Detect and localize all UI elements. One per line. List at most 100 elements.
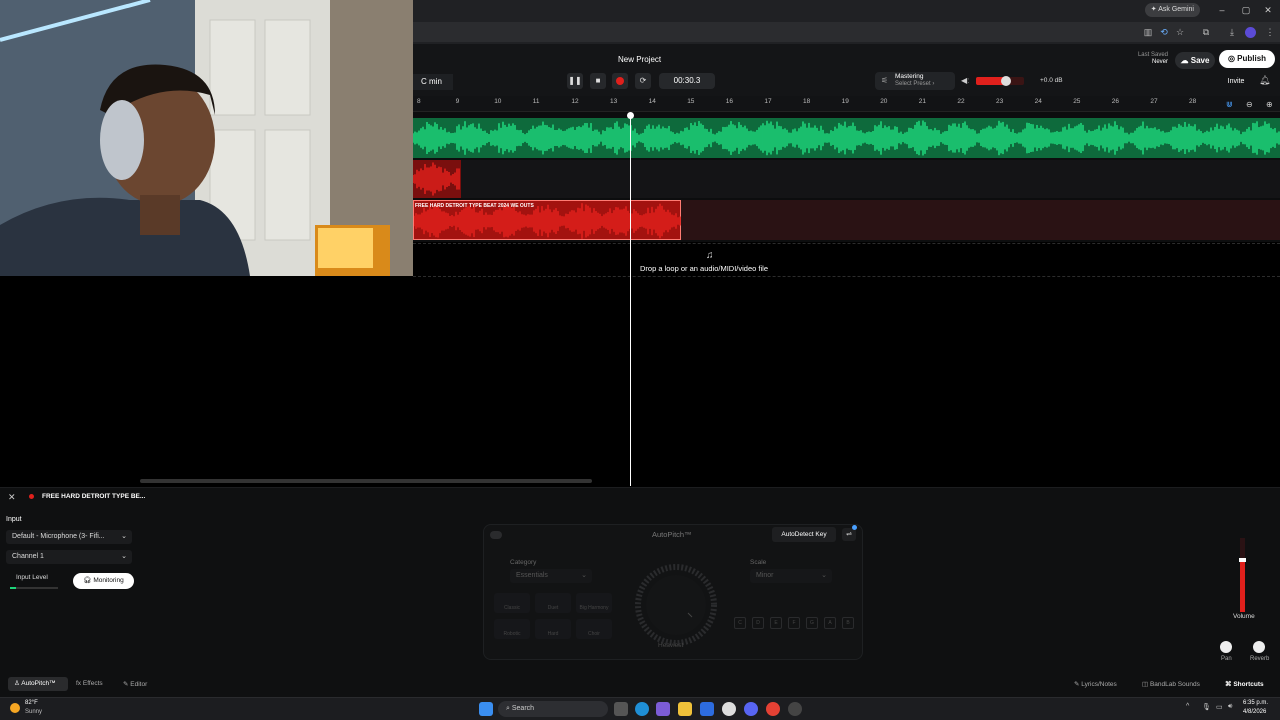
store-icon[interactable] — [700, 702, 714, 716]
app-icon[interactable] — [722, 702, 736, 716]
publish-button[interactable]: ◎ Publish — [1219, 50, 1275, 68]
shortcuts-button[interactable]: ⌘ Shortcuts — [1225, 680, 1264, 688]
mic-icon[interactable]: 🎙︎ — [1202, 703, 1211, 711]
taskbar-search[interactable]: ⌕ Search — [498, 701, 608, 717]
autopitch-panel: AutoPitch™ AutoDetect Key ⇌ Category Ess… — [483, 524, 863, 660]
maximize-button[interactable]: ▢ — [1236, 3, 1256, 17]
loop-button[interactable]: ⟳ — [635, 73, 651, 89]
key-b[interactable]: B — [842, 617, 854, 629]
save-label: Save — [1190, 56, 1210, 65]
autopitch-toggle[interactable] — [490, 531, 502, 539]
tray-chevron-icon[interactable]: ^ — [1186, 703, 1189, 710]
scale-value: Minor — [756, 572, 774, 579]
volume-fader-fill — [1240, 560, 1245, 612]
extensions-icon[interactable]: ⧉ — [1199, 26, 1213, 38]
key-e[interactable]: E — [770, 617, 782, 629]
track-lane-red-1[interactable] — [412, 160, 1280, 198]
weather-temp: 82°F — [25, 700, 38, 706]
track-lane-red-2[interactable]: FREE HARD DETROIT TYPE BEAT 2024 WE OUTS — [413, 200, 1280, 240]
chevron-down-icon: ⌄ — [121, 533, 127, 540]
bookmark-star-icon[interactable]: ☆ — [1173, 26, 1187, 38]
master-volume-slider[interactable] — [976, 76, 1024, 86]
ruler-tick: 26 — [1111, 98, 1120, 105]
invite-button[interactable]: Invite — [1223, 75, 1249, 89]
download-icon[interactable]: ⤓ — [1225, 26, 1239, 38]
ruler-tick: 19 — [841, 98, 849, 105]
autopitch-knob[interactable] — [634, 563, 718, 647]
key-selector[interactable]: C min — [413, 74, 453, 90]
reverb-knob[interactable] — [1253, 641, 1265, 653]
autodetect-key-button[interactable]: AutoDetect Key — [772, 527, 836, 542]
drop-zone[interactable]: ♫ Drop a loop or an audio/MIDI/video fil… — [413, 243, 1280, 277]
close-panel-icon[interactable]: ✕ — [8, 492, 16, 503]
playhead[interactable] — [630, 114, 631, 486]
mastering-button[interactable]: ⚟ Mastering Select Preset › — [875, 72, 955, 90]
magnet-icon[interactable]: ⋓ — [1226, 100, 1233, 109]
key-c[interactable]: C — [734, 617, 746, 629]
drop-hint: Drop a loop or an audio/MIDI/video file — [640, 264, 768, 273]
mute-icon[interactable]: ◀ː — [961, 76, 969, 85]
preset-choir[interactable]: Choir — [576, 619, 612, 639]
pan-knob[interactable] — [1220, 641, 1232, 653]
preset-big-harmony[interactable]: Big Harmony — [576, 593, 612, 613]
volume-label: Volume — [1233, 613, 1255, 620]
tab-effects[interactable]: fx Effects — [76, 680, 103, 687]
ruler-tick: 22 — [957, 98, 965, 105]
ask-gemini-button[interactable]: ✦ Ask Gemini — [1144, 3, 1200, 17]
copilot-icon[interactable] — [656, 702, 670, 716]
network-icon[interactable]: ▭ — [1216, 703, 1223, 711]
red-clip-main[interactable]: FREE HARD DETROIT TYPE BEAT 2024 WE OUTS — [413, 200, 681, 240]
sidebar-icon[interactable]: ▥ — [1141, 26, 1155, 38]
scale-select[interactable]: Minor ⌄ — [750, 569, 832, 583]
chrome-icon[interactable] — [766, 702, 780, 716]
preset-robotic[interactable]: Robotic — [494, 619, 530, 639]
zoom-out-icon[interactable]: ⊖ — [1246, 100, 1253, 109]
input-device-select[interactable]: Default - Microphone (3- Fifi... ⌄ — [6, 530, 132, 544]
record-button[interactable] — [612, 73, 628, 89]
monitoring-button[interactable]: 🎧︎ Monitoring — [73, 573, 134, 589]
track-lane-green[interactable] — [412, 118, 1280, 158]
preset-hard[interactable]: Hard — [535, 619, 571, 639]
tab-editor[interactable]: ✎ Editor — [123, 680, 147, 688]
timeline-ruler[interactable]: 8 9 10 11 12 13 14 15 16 17 18 19 20 21 22 23 24 25 26 27 28 — [413, 96, 1280, 112]
key-g[interactable]: G — [806, 617, 818, 629]
playhead-handle[interactable] — [627, 112, 634, 119]
last-saved-label: Last Saved — [1137, 52, 1168, 58]
bell-icon[interactable]: 🔔︎ — [1259, 75, 1270, 86]
channel-select[interactable]: Channel 1 ⌄ — [6, 550, 132, 564]
task-view-icon[interactable] — [614, 702, 628, 716]
tracks-area[interactable]: FREE HARD DETROIT TYPE BEAT 2024 WE OUTS — [412, 112, 1280, 242]
discord-icon[interactable] — [744, 702, 758, 716]
minimize-button[interactable]: – — [1212, 3, 1232, 17]
lyrics-notes-button[interactable]: ✎ Lyrics/Notes — [1074, 680, 1117, 688]
zoom-in-icon[interactable]: ⊕ — [1266, 100, 1273, 109]
profile-avatar-icon[interactable] — [1245, 27, 1256, 38]
master-volume-knob[interactable] — [1000, 76, 1011, 86]
preset-classic[interactable]: Classic — [494, 593, 530, 613]
close-window-button[interactable]: ✕ — [1258, 3, 1278, 17]
preset-duet[interactable]: Duet — [535, 593, 571, 613]
horizontal-scrollbar[interactable] — [140, 479, 592, 483]
key-a[interactable]: A — [824, 617, 836, 629]
speaker-icon[interactable]: 🔊︎ — [1228, 703, 1232, 711]
edge-icon[interactable] — [635, 702, 649, 716]
stop-button[interactable]: ■ — [590, 73, 606, 89]
file-explorer-icon[interactable] — [678, 702, 692, 716]
key-f[interactable]: F — [788, 617, 800, 629]
track-color-dot — [29, 494, 34, 499]
bandlab-sounds-button[interactable]: ◫ BandLab Sounds — [1142, 680, 1200, 688]
pause-button[interactable]: ❚❚ — [567, 73, 583, 89]
obs-icon[interactable] — [788, 702, 802, 716]
volume-fader-knob[interactable] — [1239, 558, 1246, 562]
windows-start-icon[interactable] — [479, 702, 493, 716]
category-select[interactable]: Essentials ⌄ — [510, 569, 592, 583]
key-d[interactable]: D — [752, 617, 764, 629]
red-clip-short[interactable] — [412, 160, 461, 198]
translate-icon[interactable]: ⟲ — [1157, 26, 1171, 38]
save-button[interactable]: ☁ Save — [1175, 52, 1215, 69]
volume-fader[interactable] — [1239, 538, 1246, 612]
menu-icon[interactable]: ⋮ — [1263, 26, 1277, 38]
project-title[interactable]: New Project — [618, 55, 661, 64]
mastering-label: Mastering — [895, 73, 924, 80]
tab-autopitch[interactable]: ♙ AutoPitch™ — [8, 677, 68, 691]
